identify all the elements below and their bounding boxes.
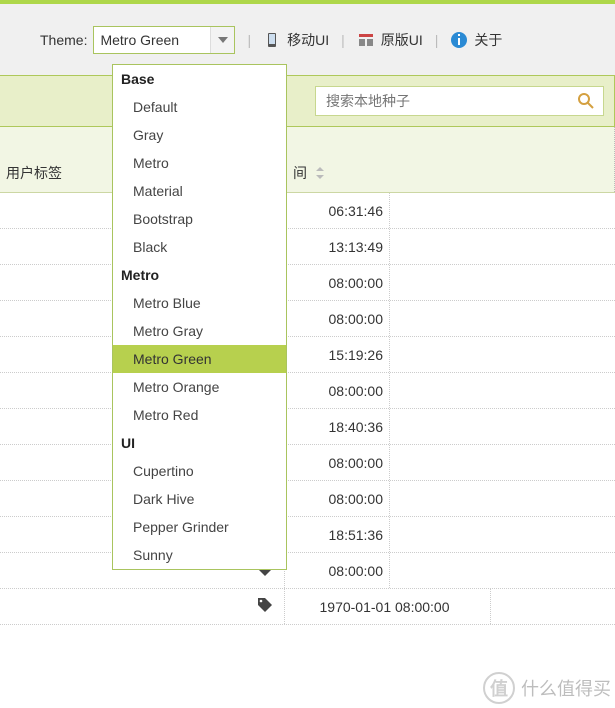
dropdown-group: Metro <box>113 261 286 289</box>
search-input[interactable] <box>324 92 577 110</box>
separator: | <box>435 32 439 48</box>
column-time-text: 间 <box>293 165 307 181</box>
dropdown-option[interactable]: Gray <box>113 121 286 149</box>
cell-label <box>0 589 285 624</box>
cell-time: 08:00:00 <box>285 481 390 516</box>
table-row[interactable]: 18:40:36 <box>0 409 615 445</box>
cell-time: 08:00:00 <box>285 265 390 300</box>
column-time[interactable]: 间 <box>285 127 615 192</box>
info-icon <box>450 31 468 49</box>
mobile-ui-label: 移动UI <box>287 30 329 50</box>
watermark: 值 什么值得买 <box>483 672 611 704</box>
dropdown-option[interactable]: Metro Blue <box>113 289 286 317</box>
cell-time: 08:00:00 <box>285 553 390 588</box>
table-header: 用户标签 间 <box>0 127 615 193</box>
layout-icon <box>357 31 375 49</box>
dropdown-group: Base <box>113 65 286 93</box>
table-row[interactable]: 08:00:00 <box>0 445 615 481</box>
cell-time: 15:19:26 <box>285 337 390 372</box>
dropdown-option[interactable]: Metro Orange <box>113 373 286 401</box>
search-box[interactable] <box>315 86 604 116</box>
about-button[interactable]: 关于 <box>450 30 502 50</box>
table-row[interactable]: 08:00:00 <box>0 265 615 301</box>
dropdown-option[interactable]: Black <box>113 233 286 261</box>
dropdown-option[interactable]: Metro Green <box>113 345 286 373</box>
theme-select[interactable]: Metro Green <box>93 26 235 54</box>
watermark-logo: 值 <box>483 672 515 704</box>
about-label: 关于 <box>474 30 502 50</box>
cell-time: 08:00:00 <box>285 445 390 480</box>
watermark-text: 什么值得买 <box>521 675 611 701</box>
table-row[interactable]: 08:00:00 <box>0 481 615 517</box>
table-row[interactable]: 08:00:00 <box>0 373 615 409</box>
cell-time: 18:51:36 <box>285 517 390 552</box>
cell-time: 08:00:00 <box>285 301 390 336</box>
mobile-icon <box>263 31 281 49</box>
dropdown-option[interactable]: Pepper Grinder <box>113 513 286 541</box>
dropdown-option[interactable]: Dark Hive <box>113 485 286 513</box>
dropdown-option[interactable]: Default <box>113 93 286 121</box>
cell-time: 18:40:36 <box>285 409 390 444</box>
table-row[interactable]: 06:31:46 <box>0 193 615 229</box>
cell-time: 08:00:00 <box>285 373 390 408</box>
dropdown-option[interactable]: Cupertino <box>113 457 286 485</box>
cell-time: 06:31:46 <box>285 193 390 228</box>
table-body: 06:31:4613:13:4908:00:0008:00:0015:19:26… <box>0 193 615 625</box>
chevron-down-icon[interactable] <box>210 27 234 53</box>
original-ui-label: 原版UI <box>381 30 423 50</box>
dropdown-option[interactable]: Metro Red <box>113 401 286 429</box>
dropdown-group: UI <box>113 429 286 457</box>
cell-time: 1970-01-01 08:00:00 <box>285 589 491 624</box>
table-row[interactable]: 08:00:00 <box>0 553 615 589</box>
table-row[interactable]: 18:51:36 <box>0 517 615 553</box>
sort-icon[interactable] <box>315 166 325 182</box>
mobile-ui-button[interactable]: 移动UI <box>263 30 329 50</box>
theme-dropdown[interactable]: BaseDefaultGrayMetroMaterialBootstrapBla… <box>112 64 287 570</box>
dropdown-option[interactable]: Metro <box>113 149 286 177</box>
column-user-label-text: 用户标签 <box>6 165 62 181</box>
theme-select-value: Metro Green <box>94 32 210 48</box>
search-icon[interactable] <box>577 92 595 110</box>
table-row[interactable]: 08:00:00 <box>0 301 615 337</box>
dropdown-option[interactable]: Metro Gray <box>113 317 286 345</box>
search-toolbar <box>0 75 615 127</box>
table-row[interactable]: 1970-01-01 08:00:00 <box>0 589 615 625</box>
separator: | <box>247 32 251 48</box>
dropdown-option[interactable]: Sunny <box>113 541 286 569</box>
table-row[interactable]: 13:13:49 <box>0 229 615 265</box>
separator: | <box>341 32 345 48</box>
table-row[interactable]: 15:19:26 <box>0 337 615 373</box>
top-toolbar: Theme: Metro Green | 移动UI | 原版UI | 关于 <box>0 0 615 75</box>
theme-label: Theme: <box>40 32 87 48</box>
dropdown-option[interactable]: Material <box>113 177 286 205</box>
dropdown-option[interactable]: Bootstrap <box>113 205 286 233</box>
original-ui-button[interactable]: 原版UI <box>357 30 423 50</box>
tag-icon <box>256 596 274 617</box>
cell-time: 13:13:49 <box>285 229 390 264</box>
